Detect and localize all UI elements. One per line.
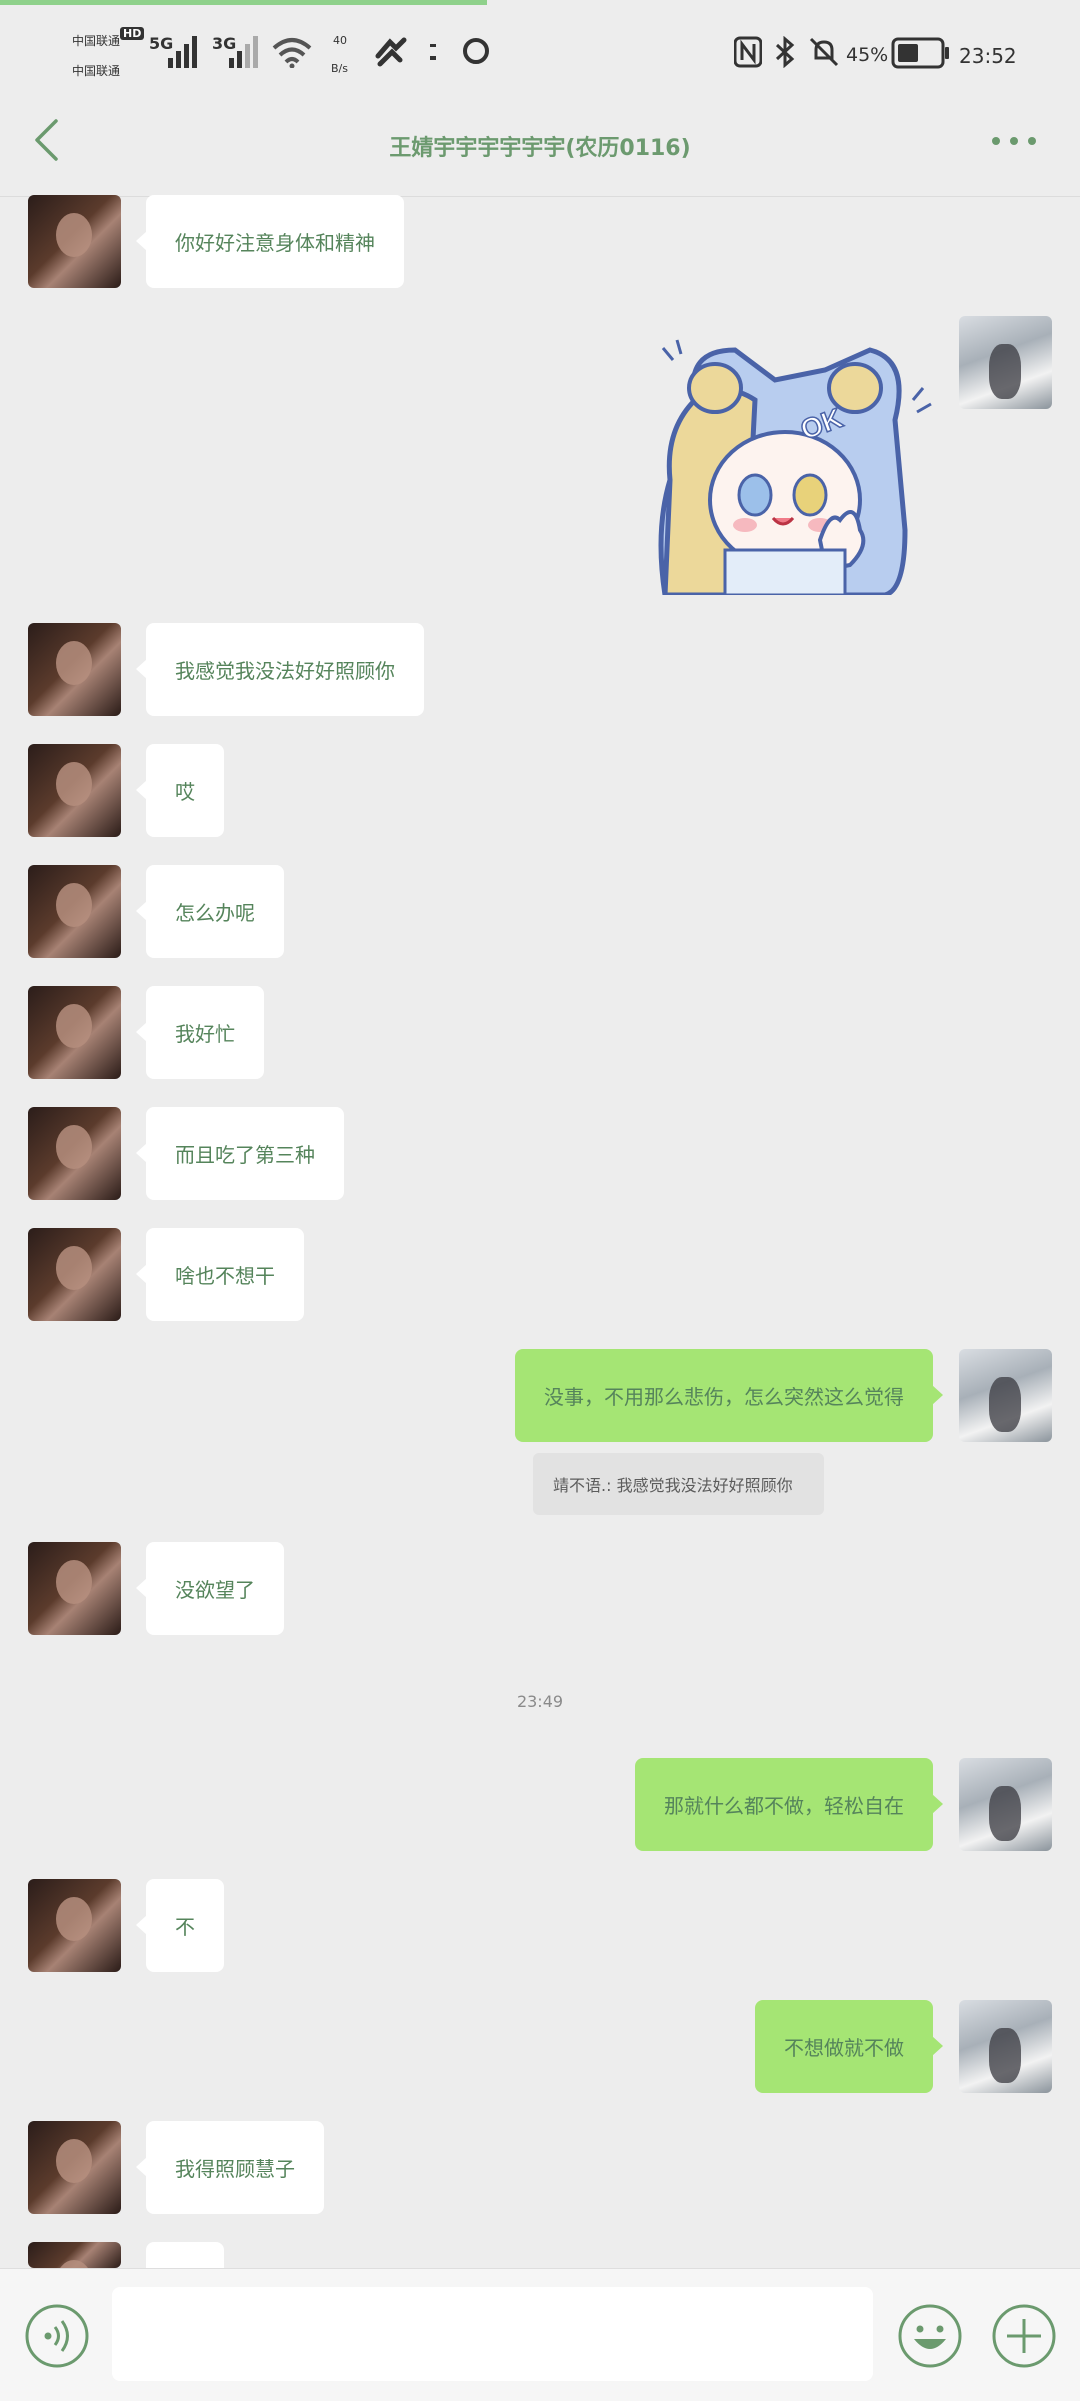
message-bubble-incoming[interactable]: 哎 <box>136 744 224 837</box>
data-indicator-icon <box>430 44 436 60</box>
contact-avatar[interactable] <box>28 865 121 958</box>
cat-girl-ok-sticker[interactable]: OK <box>655 330 935 595</box>
bluetooth-icon <box>775 36 795 68</box>
message-bubble-incoming[interactable]: 你好好注意身体和精神 <box>136 195 404 288</box>
carrier-2: 中国联通 <box>72 64 121 78</box>
net-speed-unit: B/s <box>331 62 348 75</box>
loading-progress-bar <box>0 0 487 5</box>
hd-badge: HD <box>120 27 145 40</box>
message-bubble-incoming[interactable]: 我得照顾慧子 <box>136 2121 324 2214</box>
health-app-icon <box>375 37 407 67</box>
message-bubble-incoming-partial[interactable] <box>146 2242 224 2268</box>
signal-icon <box>168 36 197 68</box>
contact-avatar[interactable] <box>28 2242 121 2268</box>
contact-avatar[interactable] <box>28 623 121 716</box>
message-bubble-outgoing[interactable]: 不想做就不做 <box>755 2000 943 2093</box>
emoji-icon[interactable] <box>897 2303 963 2369</box>
add-more-icon[interactable] <box>991 2303 1057 2369</box>
message-input[interactable] <box>112 2287 873 2381</box>
clock: 23:52 <box>959 44 1017 68</box>
signal-weak-icon <box>229 36 258 68</box>
net-speed-value: 40 <box>333 34 347 47</box>
message-bubble-outgoing[interactable]: 没事，不用那么悲伤，怎么突然这么觉得 <box>515 1349 943 1442</box>
message-bubble-incoming[interactable]: 我感觉我没法好好照顾你 <box>136 623 424 716</box>
contact-avatar[interactable] <box>28 2121 121 2214</box>
my-avatar[interactable] <box>959 316 1052 409</box>
my-avatar[interactable] <box>959 1349 1052 1442</box>
message-bubble-incoming[interactable]: 我好忙 <box>136 986 264 1079</box>
message-bubble-incoming[interactable]: 没欲望了 <box>136 1542 284 1635</box>
message-bubble-incoming[interactable]: 不 <box>136 1879 224 1972</box>
contact-avatar[interactable] <box>28 1228 121 1321</box>
sync-icon <box>463 38 489 64</box>
my-avatar[interactable] <box>959 2000 1052 2093</box>
quoted-message[interactable]: 靖不语.: 我感觉我没法好好照顾你 <box>533 1453 824 1515</box>
wifi-icon <box>272 38 312 68</box>
message-bubble-incoming[interactable]: 啥也不想干 <box>136 1228 304 1321</box>
chat-timestamp: 23:49 <box>516 1692 564 1711</box>
nfc-icon <box>734 36 762 68</box>
chat-title: 王婧宇宇宇宇宇宇(农历0116) <box>389 136 691 161</box>
battery-percent: 45% <box>846 44 889 66</box>
carrier-1: 中国联通 <box>72 34 121 48</box>
contact-avatar[interactable] <box>28 986 121 1079</box>
contact-avatar[interactable] <box>28 1879 121 1972</box>
more-options-icon[interactable] <box>990 134 1038 148</box>
message-bubble-incoming[interactable]: 而且吃了第三种 <box>136 1107 344 1200</box>
message-bubble-outgoing[interactable]: 那就什么都不做，轻松自在 <box>635 1758 943 1851</box>
my-avatar[interactable] <box>959 1758 1052 1851</box>
contact-avatar[interactable] <box>28 195 121 288</box>
message-bubble-incoming[interactable]: 怎么办呢 <box>136 865 284 958</box>
contact-avatar[interactable] <box>28 1542 121 1635</box>
voice-input-icon[interactable] <box>24 2303 90 2369</box>
battery-icon <box>891 37 949 69</box>
contact-avatar[interactable] <box>28 744 121 837</box>
mute-bell-icon <box>809 37 839 67</box>
contact-avatar[interactable] <box>28 1107 121 1200</box>
